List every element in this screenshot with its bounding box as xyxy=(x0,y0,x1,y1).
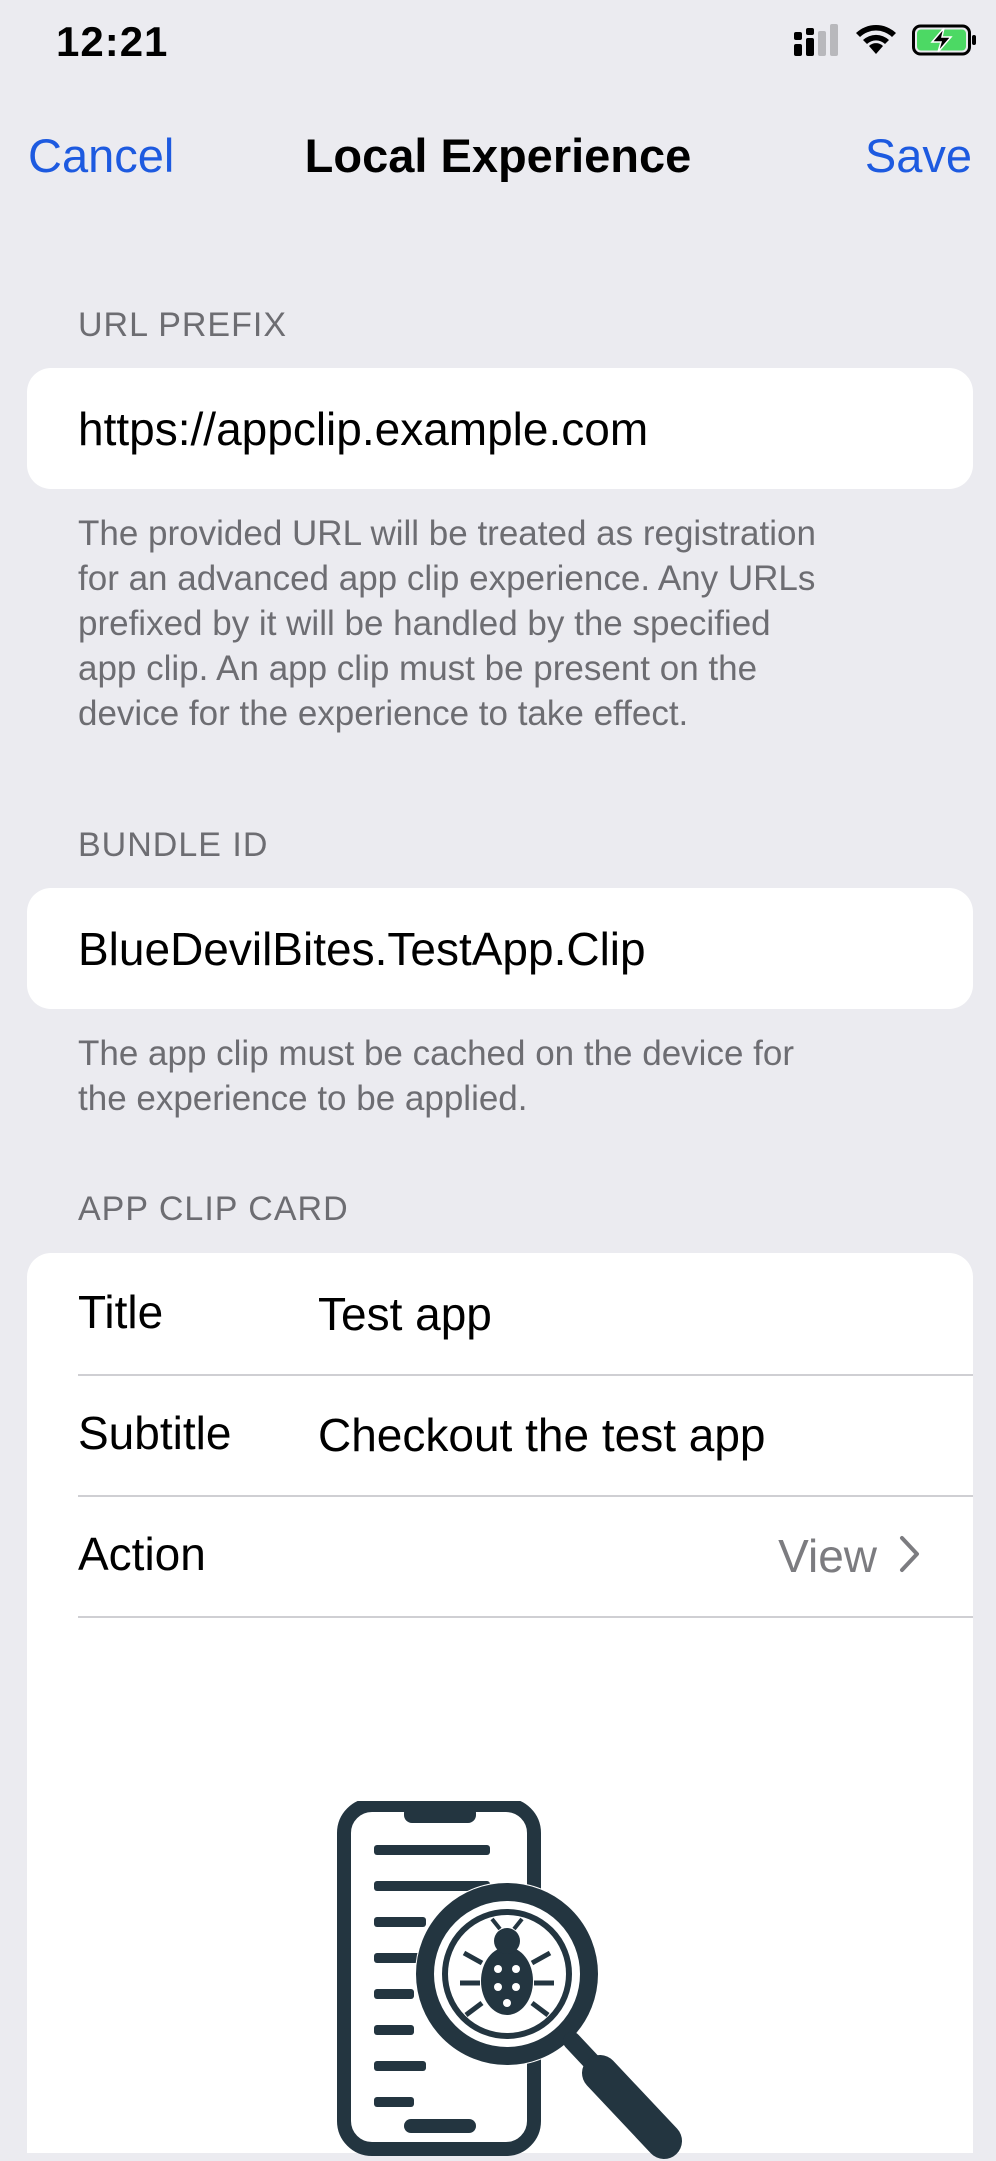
title-input[interactable]: Test app xyxy=(318,1287,492,1341)
save-button[interactable]: Save xyxy=(865,128,972,183)
title-label: Title xyxy=(78,1286,164,1338)
chevron-right-icon xyxy=(900,1536,919,1572)
phone-bug-search-icon xyxy=(337,1801,682,2159)
action-value: View xyxy=(778,1530,877,1582)
url-footer-line: The provided URL will be treated as regi… xyxy=(78,514,816,553)
bundle-footer-line: The app clip must be cached on the devic… xyxy=(78,1034,794,1073)
url-prefix-input[interactable]: https://appclip.example.com xyxy=(78,402,648,456)
navigation-bar: Local Experience Cancel Save xyxy=(0,120,996,200)
cancel-button[interactable]: Cancel xyxy=(28,128,174,183)
url-footer-line: device for the experience to take effect… xyxy=(78,694,689,733)
bundle-footer-line: the experience to be applied. xyxy=(78,1079,528,1118)
action-row[interactable]: Action View xyxy=(78,1495,973,1618)
bundle-id-card: BlueDevilBites.TestApp.Clip xyxy=(27,888,973,1009)
url-prefix-card: https://appclip.example.com xyxy=(27,368,973,489)
title-row[interactable]: Title Test app xyxy=(78,1253,973,1376)
bundle-id-header: BUNDLE ID xyxy=(78,826,269,864)
wifi-icon xyxy=(856,25,896,54)
bundle-id-input[interactable]: BlueDevilBites.TestApp.Clip xyxy=(78,922,646,976)
url-footer-line: prefixed by it will be handled by the sp… xyxy=(78,604,771,643)
app-clip-card-header: APP CLIP CARD xyxy=(78,1190,349,1228)
url-footer-line: for an advanced app clip experience. Any… xyxy=(78,559,816,598)
signal-icon xyxy=(794,24,838,56)
url-prefix-footer: The provided URL will be treated as regi… xyxy=(78,511,938,736)
status-time: 12:21 xyxy=(56,18,169,65)
subtitle-row[interactable]: Subtitle Checkout the test app xyxy=(78,1374,973,1497)
bundle-id-footer: The app clip must be cached on the devic… xyxy=(78,1031,938,1121)
status-icons xyxy=(794,24,978,56)
action-label: Action xyxy=(78,1528,206,1580)
subtitle-input[interactable]: Checkout the test app xyxy=(318,1408,766,1462)
battery-charging-icon xyxy=(912,24,976,56)
status-bar: 12:21 xyxy=(0,0,996,90)
subtitle-label: Subtitle xyxy=(78,1407,232,1459)
app-clip-card: Title Test app Subtitle Checkout the tes… xyxy=(27,1253,973,2159)
url-footer-line: app clip. An app clip must be present on… xyxy=(78,649,758,688)
url-prefix-header: URL PREFIX xyxy=(78,306,288,344)
